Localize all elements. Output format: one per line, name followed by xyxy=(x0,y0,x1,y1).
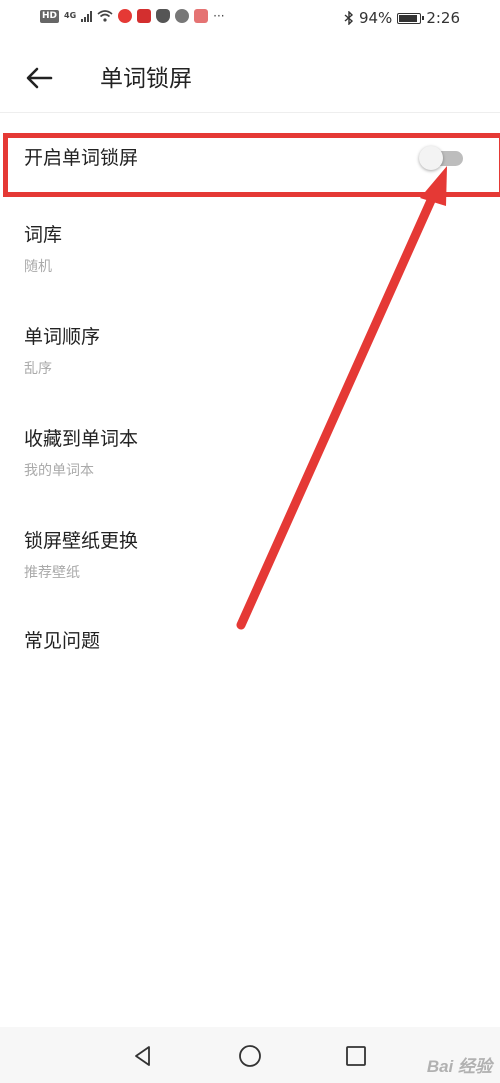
page-title: 单词锁屏 xyxy=(100,66,192,92)
list-item-wallpaper[interactable]: 锁屏壁纸更换 推荐壁纸 xyxy=(0,516,500,596)
list-item-faq[interactable]: 常见问题 xyxy=(0,616,500,666)
system-nav-bar: Bai 经验 xyxy=(0,1027,500,1083)
watermark: Bai 经验 xyxy=(426,1057,492,1076)
list-item-title: 收藏到单词本 xyxy=(24,428,139,450)
settings-screen: HD 4G ··· 94% 2:26 单词锁屏 开启单词锁屏 词库 随机 单词顺… xyxy=(0,0,500,1083)
status-bar-right: 94% 2:26 xyxy=(344,9,460,27)
list-item-value: 我的单词本 xyxy=(24,463,94,479)
app-notification-icon-3 xyxy=(175,9,190,23)
clock: 2:26 xyxy=(426,9,460,27)
list-item-title: 常见问题 xyxy=(24,630,101,652)
square-recents-icon xyxy=(346,1046,366,1066)
more-notifications-icon: ··· xyxy=(213,9,225,23)
battery-percent: 94% xyxy=(358,9,393,27)
status-bar-left: HD 4G ··· xyxy=(40,9,225,23)
lock-screen-toggle-label: 开启单词锁屏 xyxy=(24,147,139,169)
hd-badge: HD xyxy=(40,9,60,23)
battery-icon xyxy=(397,12,425,24)
nav-recents-button[interactable] xyxy=(341,1041,371,1071)
triangle-back-icon xyxy=(135,1046,150,1066)
back-button[interactable] xyxy=(22,61,56,95)
list-item-value: 推荐壁纸 xyxy=(24,565,80,581)
list-item-title: 词库 xyxy=(24,224,63,246)
lock-screen-toggle-switch[interactable] xyxy=(419,146,463,170)
toggle-knob xyxy=(419,146,443,170)
list-item-word-order[interactable]: 单词顺序 乱序 xyxy=(0,312,500,392)
list-item-title: 单词顺序 xyxy=(24,326,101,348)
app-notification-icon-2 xyxy=(137,9,152,23)
nav-home-button[interactable] xyxy=(235,1041,265,1071)
app-header: 单词锁屏 xyxy=(0,44,500,113)
list-item-value: 随机 xyxy=(24,259,52,275)
bluetooth-icon xyxy=(344,11,353,25)
signal-icon xyxy=(81,10,93,22)
circle-home-icon xyxy=(239,1045,261,1067)
network-type-label: 4G xyxy=(64,11,77,20)
arrow-left-icon xyxy=(26,67,53,89)
list-item-title: 锁屏壁纸更换 xyxy=(24,530,139,552)
list-item-value: 乱序 xyxy=(24,361,52,377)
list-item-save-to-wordbook[interactable]: 收藏到单词本 我的单词本 xyxy=(0,414,500,494)
app-notification-icon-1 xyxy=(118,9,133,23)
app-notification-icon-4 xyxy=(194,9,209,23)
list-item-word-bank[interactable]: 词库 随机 xyxy=(0,210,500,290)
shield-icon xyxy=(156,9,171,23)
nav-back-button[interactable] xyxy=(128,1041,158,1071)
status-bar: HD 4G ··· 94% 2:26 xyxy=(0,0,500,38)
wifi-icon xyxy=(97,10,113,22)
battery-fill xyxy=(399,14,418,22)
